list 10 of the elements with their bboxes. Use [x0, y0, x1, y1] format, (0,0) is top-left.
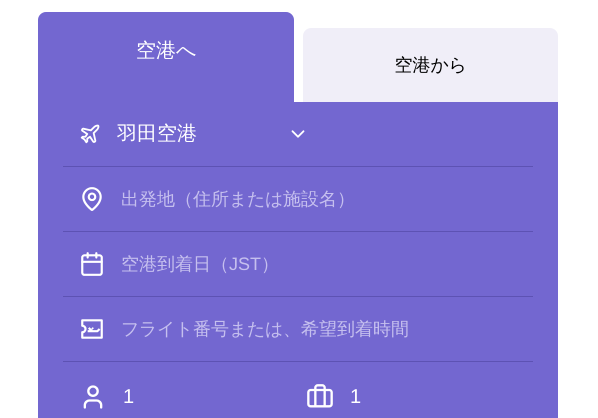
airport-select[interactable]: 羽田空港	[117, 120, 309, 148]
count-value[interactable]: 1	[123, 383, 134, 411]
input-field[interactable]: フライト番号または、希望到着時間	[121, 315, 533, 343]
tab[interactable]: 空港へ	[38, 12, 294, 102]
tab[interactable]: 空港から	[302, 28, 558, 102]
input-field[interactable]: 出発地（住所または施設名）	[121, 185, 533, 213]
calendar-icon	[79, 251, 105, 277]
airplane-icon	[79, 123, 101, 145]
count-value[interactable]: 1	[350, 383, 362, 411]
input-field[interactable]: 空港到着日（JST）	[121, 250, 533, 278]
